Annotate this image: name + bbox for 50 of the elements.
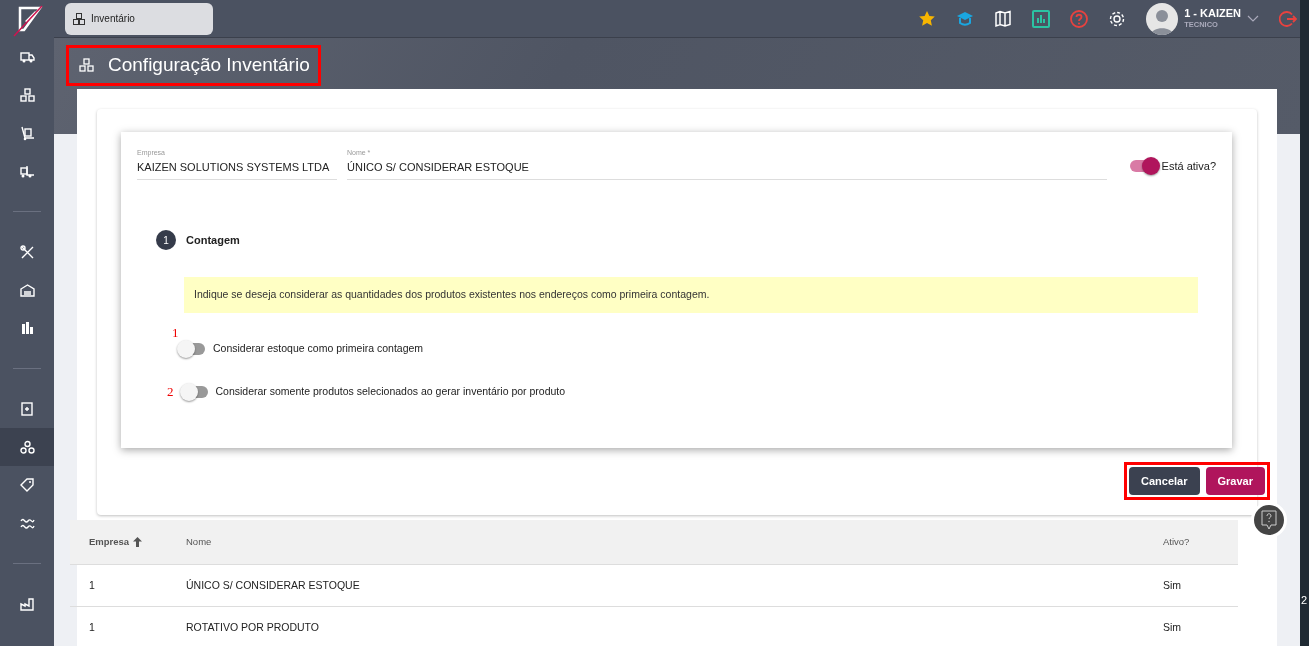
save-button[interactable]: Gravar [1205,467,1265,495]
graduation-cap-icon[interactable] [956,9,975,28]
boxes-icon [73,12,85,25]
chevron-down-icon[interactable] [1247,14,1259,23]
boxes-icon [79,57,94,73]
circles-icon [19,439,35,455]
hand-truck-icon [19,125,35,141]
table-cell-text: 1 [89,619,95,635]
tab[interactable]: Inventário [65,2,213,35]
cancel-button[interactable]: Cancelar [1129,467,1200,495]
document-icon [19,401,35,417]
toggle-label: Considerar estoque como primeira contagem [213,340,424,356]
page-title: Configuração Inventário [108,53,310,77]
edge-text: 2 [1301,593,1308,608]
chart-icon[interactable] [1032,9,1051,28]
table-cell: ROTATIVO POR PRODUTO [186,620,319,633]
forklift-icon [19,163,35,179]
company-select[interactable]: KAIZEN SOLUTIONS SYSTEMS LTDA [137,158,337,175]
table-cell: Sim [1163,620,1182,633]
avatar-icon[interactable] [1146,2,1179,35]
step-number: 1 [156,230,176,250]
help-bubble-icon [1261,510,1277,530]
annotation-number: 1 [172,323,179,342]
star-icon[interactable] [918,9,937,28]
column-header[interactable]: Ativo? [1163,535,1190,547]
tag-icon [19,477,35,493]
column-header[interactable]: Nome [186,535,212,547]
table-cell: ÚNICO S/ CONSIDERAR ESTOQUE [186,578,360,591]
warehouse-icon [19,282,35,298]
step-title: Contagem [186,232,240,248]
toggle-label: Está ativa? [1161,158,1216,174]
user-name: 1 - KAIZEN [1184,6,1241,19]
toggle-switch[interactable] [179,342,205,355]
settings-icon[interactable] [1108,9,1127,28]
sort-arrow-icon[interactable] [133,537,143,547]
map-icon[interactable] [994,9,1013,28]
factory-icon [19,596,35,612]
table-cell-text: 1 [89,577,95,593]
tools-icon [19,244,35,260]
toggle-switch[interactable] [181,385,208,398]
annotation-number: 2 [167,383,174,401]
truck-icon [19,49,35,65]
hint-message: Indique se deseja considerar as quantidades dos produtos existentes nos endereços como primeira contagem. [184,277,1198,313]
toggle-label: Considerar somente produtos selecionados ao gerar inventário por produto [215,383,566,399]
bar-chart-icon [19,320,35,336]
boxes-icon [19,87,35,103]
column-header[interactable]: Empresa [89,534,130,550]
sidebar-item[interactable] [0,428,54,466]
table-cell: Sim [1163,578,1182,591]
name-field[interactable]: ÚNICO S/ CONSIDERAR ESTOQUE [347,158,1107,175]
